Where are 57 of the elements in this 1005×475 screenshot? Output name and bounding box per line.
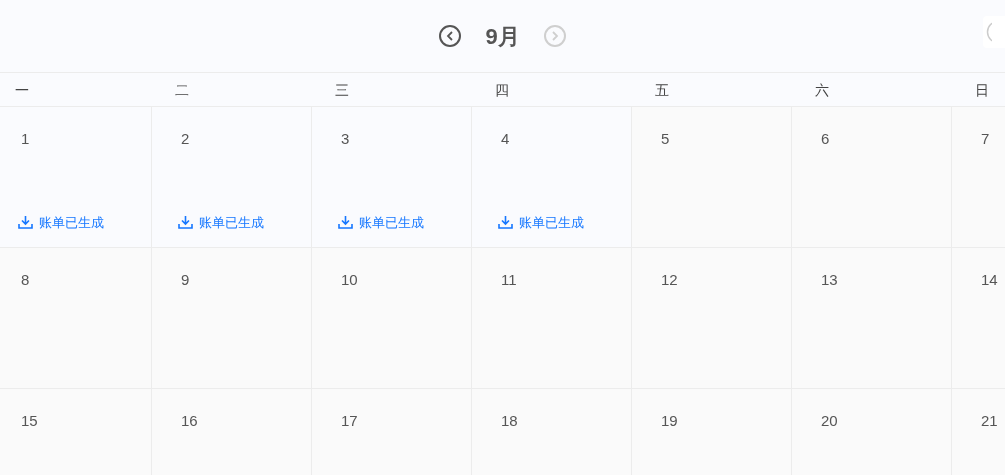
weekday-label: 六	[815, 81, 829, 98]
download-icon[interactable]	[498, 215, 513, 230]
chevron-right-icon	[550, 31, 559, 41]
bill-status-link[interactable]: 账单已生成	[199, 212, 264, 232]
weekday-label: 一	[15, 81, 29, 98]
bill-status-link[interactable]: 账单已生成	[39, 212, 104, 232]
day-number: 15	[21, 411, 38, 431]
day-cell[interactable]: 13	[792, 248, 952, 388]
day-number: 14	[981, 270, 998, 290]
day-number: 16	[181, 411, 198, 431]
day-cell[interactable]: 7	[952, 107, 1005, 247]
day-cell[interactable]: 20	[792, 389, 952, 475]
day-cell[interactable]: 6	[792, 107, 952, 247]
chevron-left-icon	[446, 31, 455, 41]
weekday-label: 日	[975, 81, 989, 98]
weekday-label: 五	[655, 81, 669, 98]
day-number: 18	[501, 411, 518, 431]
day-number: 13	[821, 270, 838, 290]
bill-status-link[interactable]: 账单已生成	[519, 212, 584, 232]
day-number: 8	[21, 270, 30, 290]
download-icon[interactable]	[178, 215, 193, 230]
day-number: 10	[341, 270, 358, 290]
day-number: 6	[821, 129, 830, 149]
day-cell[interactable]: 9	[152, 248, 312, 388]
weekday-label: 二	[175, 81, 189, 98]
day-cell[interactable]: 12	[632, 248, 792, 388]
day-cell[interactable]: 16	[152, 389, 312, 475]
day-cell[interactable]: 14	[952, 248, 1005, 388]
day-number: 17	[341, 411, 358, 431]
day-cell[interactable]: 10	[312, 248, 472, 388]
bill-status-link[interactable]: 账单已生成	[359, 212, 424, 232]
day-cell[interactable]: 8	[0, 248, 152, 388]
day-number: 21	[981, 411, 998, 431]
day-number: 1	[21, 129, 30, 149]
day-number: 11	[501, 270, 517, 290]
weekday-label: 四	[495, 81, 509, 98]
day-number: 3	[341, 129, 350, 149]
day-number: 2	[181, 129, 190, 149]
day-cell[interactable]: 17	[312, 389, 472, 475]
day-number: 5	[661, 129, 670, 149]
day-number: 4	[501, 129, 510, 149]
day-cell[interactable]: 5	[632, 107, 792, 247]
day-number: 7	[981, 129, 990, 149]
weekday-label: 三	[335, 81, 349, 98]
day-cell[interactable]: 11	[472, 248, 632, 388]
day-number: 9	[181, 270, 190, 290]
day-number: 19	[661, 411, 678, 431]
day-cell[interactable]: 15	[0, 389, 152, 475]
download-icon[interactable]	[18, 215, 33, 230]
day-cell[interactable]: 19	[632, 389, 792, 475]
month-title: 9月	[484, 22, 521, 51]
download-icon[interactable]	[338, 215, 353, 230]
day-cell[interactable]: 18	[472, 389, 632, 475]
day-number: 12	[661, 270, 678, 290]
day-number: 20	[821, 411, 838, 431]
previous-month-button[interactable]	[439, 25, 462, 47]
day-cell[interactable]: 21	[952, 389, 1005, 475]
